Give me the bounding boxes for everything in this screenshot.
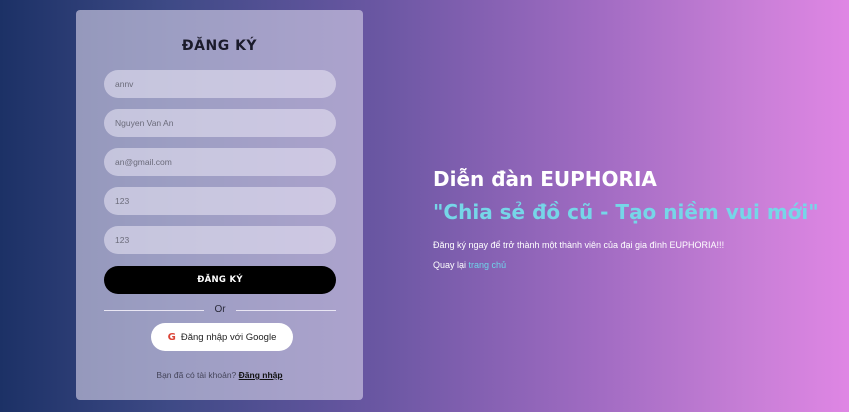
login-link[interactable]: Đăng nhập	[239, 370, 283, 380]
divider-line-right	[236, 310, 336, 311]
home-link[interactable]: trang chủ	[469, 260, 507, 270]
hero-slogan: "Chia sẻ đồ cũ - Tạo niềm vui mới"	[433, 200, 819, 224]
google-login-label: Đăng nhập với Google	[180, 331, 277, 343]
google-g-icon: G	[167, 331, 176, 343]
register-button[interactable]: ĐĂNG KÝ	[104, 266, 336, 294]
hero-title: Diễn đàn EUPHORIA	[433, 167, 657, 191]
fullname-input[interactable]	[104, 109, 336, 137]
or-divider: Or	[104, 303, 336, 317]
password-input[interactable]	[104, 187, 336, 215]
register-card: ĐĂNG KÝ ĐĂNG KÝ Or G Đăng nhập với Googl…	[76, 10, 363, 400]
email-input[interactable]	[104, 148, 336, 176]
username-input[interactable]	[104, 70, 336, 98]
back-text: Quay lại	[433, 260, 467, 270]
google-login-button[interactable]: G Đăng nhập với Google	[151, 323, 293, 351]
have-account-text: Bạn đã có tài khoản?	[156, 370, 237, 380]
login-prompt: Bạn đã có tài khoản? Đăng nhập	[76, 370, 363, 380]
register-title: ĐĂNG KÝ	[181, 38, 258, 54]
hero-description: Đăng ký ngay để trở thành một thành viên…	[433, 240, 725, 250]
back-home-row: Quay lại trang chủ	[433, 260, 506, 270]
confirm-password-input[interactable]	[104, 226, 336, 254]
